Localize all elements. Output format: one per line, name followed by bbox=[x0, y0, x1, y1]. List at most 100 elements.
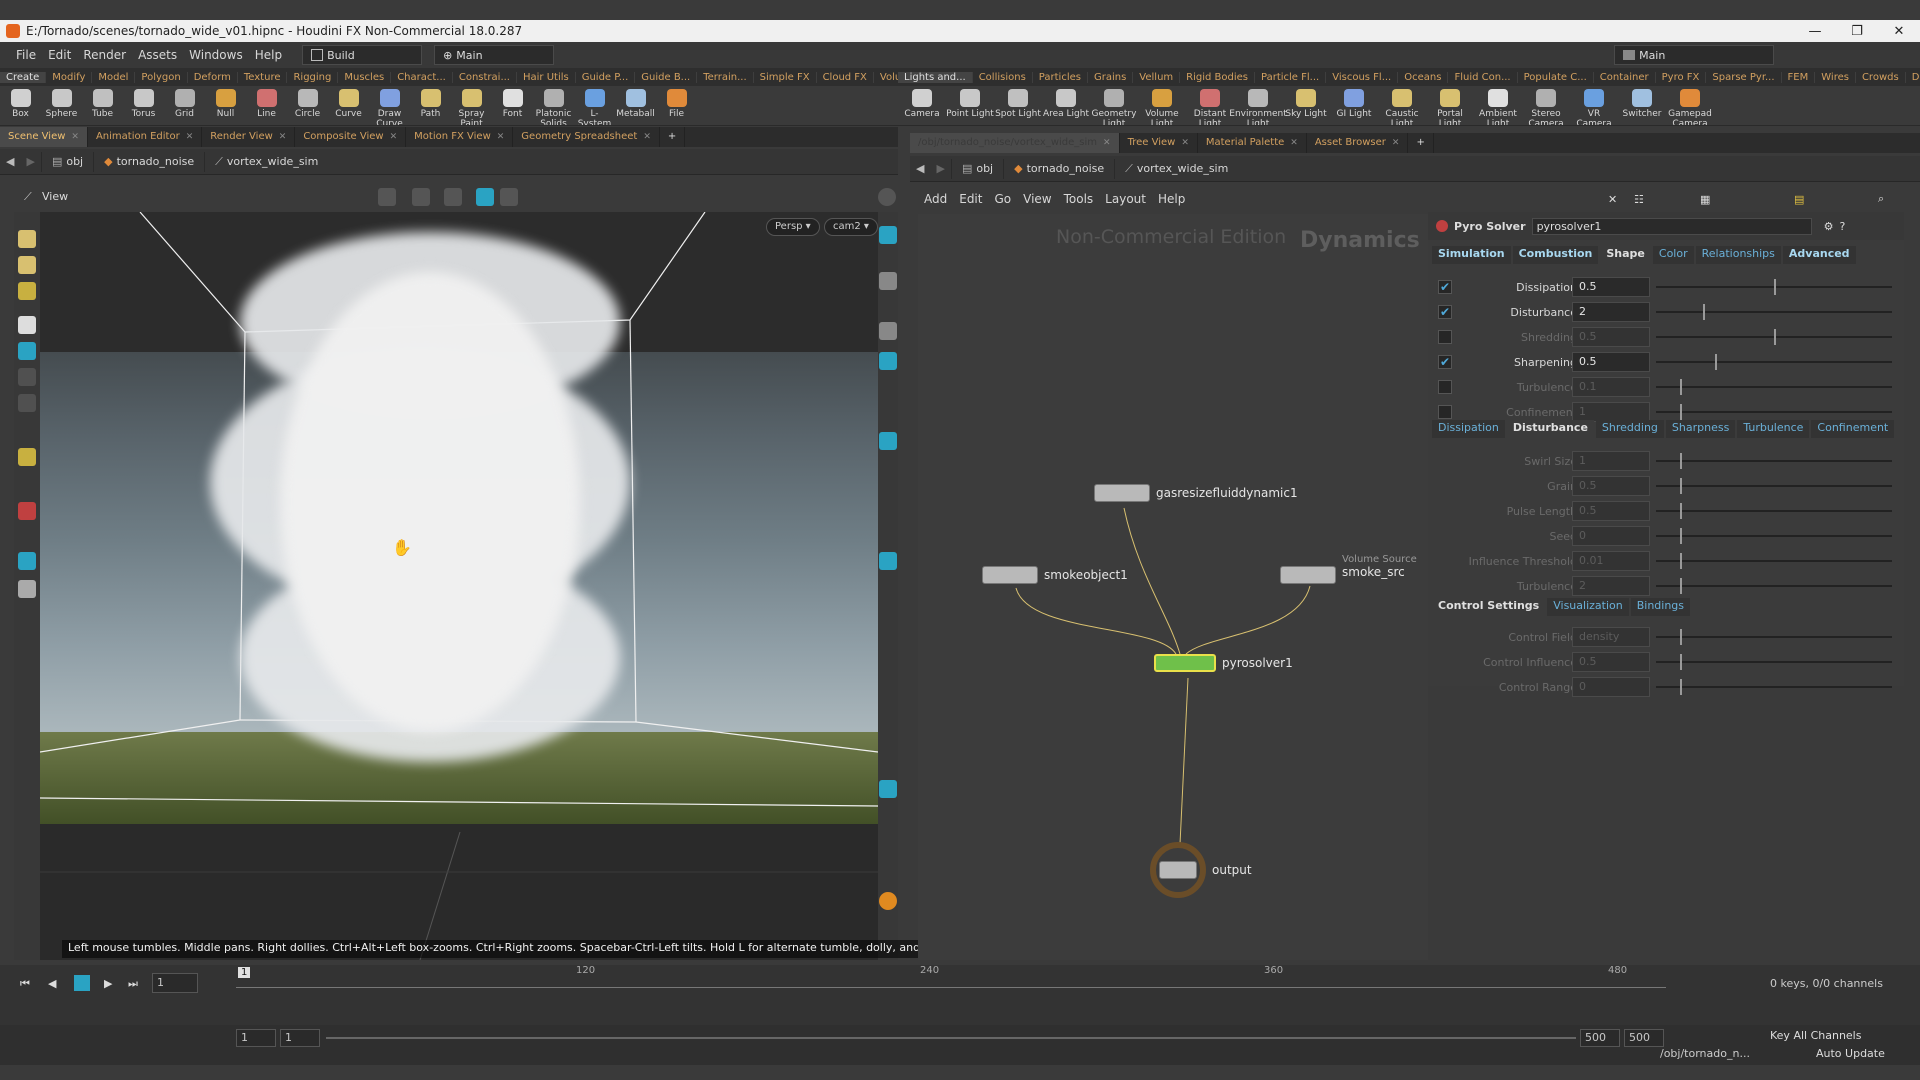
shelf-set-right-select[interactable]: Main bbox=[1614, 45, 1775, 65]
shelf-tab-10[interactable]: Populate C... bbox=[1518, 71, 1594, 83]
arrow-mode-icon[interactable] bbox=[412, 188, 430, 206]
shelf-tool-gi-light[interactable]: GI Light bbox=[1330, 86, 1378, 119]
param-checkbox[interactable] bbox=[1438, 405, 1452, 419]
node-smokeobject1[interactable]: smokeobject1 bbox=[982, 566, 1128, 584]
param-value-field[interactable]: 0.5 bbox=[1572, 352, 1650, 372]
tab-shredding[interactable]: Shredding bbox=[1595, 420, 1664, 438]
tab-network[interactable]: /obj/tornado_noise/vortex_wide_sim ✕ bbox=[910, 133, 1120, 153]
shelf-tool-portal-light[interactable]: Portal Light bbox=[1426, 86, 1474, 125]
shelf-tool-spot-light[interactable]: Spot Light bbox=[994, 86, 1042, 119]
param-slider[interactable] bbox=[1656, 304, 1892, 320]
tab-confinement[interactable]: Confinement bbox=[1811, 420, 1895, 438]
shelf-tab-0[interactable]: Create bbox=[0, 71, 47, 83]
close-icon[interactable]: ✕ bbox=[643, 127, 651, 147]
sticky-note-icon[interactable]: ▤ bbox=[1794, 193, 1804, 206]
menu-edit[interactable]: Edit bbox=[42, 48, 77, 62]
wrench-icon[interactable]: ✕ bbox=[1608, 193, 1617, 206]
network-menu-add[interactable]: Add bbox=[918, 192, 953, 206]
persp-menu[interactable]: Persp ▾ bbox=[766, 218, 820, 236]
slider-handle[interactable] bbox=[1774, 279, 1776, 295]
network-menu-view[interactable]: View bbox=[1017, 192, 1057, 206]
shelf-tab-2[interactable]: Model bbox=[92, 71, 136, 83]
param-checkbox[interactable]: ✔ bbox=[1438, 280, 1452, 294]
network-menu-edit[interactable]: Edit bbox=[953, 192, 988, 206]
grid-view-icon[interactable]: ▦ bbox=[1700, 193, 1710, 206]
add-tab-icon[interactable]: + bbox=[660, 127, 686, 147]
shelf-tool-metaball[interactable]: Metaball bbox=[615, 86, 656, 119]
shelf-tool-grid[interactable]: Grid bbox=[164, 86, 205, 119]
slider-handle[interactable] bbox=[1680, 404, 1682, 420]
param-value-field[interactable]: 0.1 bbox=[1572, 377, 1650, 397]
display-icon[interactable] bbox=[500, 188, 518, 206]
param-value-field[interactable]: 2 bbox=[1572, 576, 1650, 596]
shelf-tab-12[interactable]: Guide B... bbox=[635, 71, 698, 83]
shelf-tool-draw-curve[interactable]: Draw Curve bbox=[369, 86, 410, 125]
network-menu-layout[interactable]: Layout bbox=[1099, 192, 1152, 206]
shelf-tool-area-light[interactable]: Area Light bbox=[1042, 86, 1090, 119]
shelf-tool-camera[interactable]: Camera bbox=[898, 86, 946, 119]
jump-end-icon[interactable]: ⏭ bbox=[128, 977, 138, 991]
shelf-tab-6[interactable]: Particle Fl... bbox=[1255, 71, 1327, 83]
snap-icon[interactable] bbox=[476, 188, 494, 206]
play-icon[interactable]: ▶ bbox=[104, 977, 112, 990]
range-end-field[interactable]: 500 bbox=[1580, 1029, 1620, 1047]
search-icon[interactable]: ⌕ bbox=[1878, 192, 1884, 206]
slider-handle[interactable] bbox=[1680, 453, 1682, 469]
node-box[interactable] bbox=[1154, 654, 1216, 672]
shelf-tab-1[interactable]: Collisions bbox=[973, 71, 1033, 83]
shelf-tab-11[interactable]: Container bbox=[1594, 71, 1656, 83]
param-slider[interactable] bbox=[1656, 329, 1892, 345]
pose-tool-icon[interactable] bbox=[18, 282, 36, 300]
breadcrumb-tornado-noise[interactable]: ◆ tornado_noise bbox=[1003, 158, 1114, 179]
param-slider[interactable] bbox=[1656, 379, 1892, 395]
param-slider[interactable] bbox=[1656, 553, 1892, 569]
shelf-tool-stereo-camera[interactable]: Stereo Camera bbox=[1522, 86, 1570, 125]
shelf-tab-17[interactable]: Drive Sim... bbox=[1906, 72, 1920, 83]
tab-advanced[interactable]: Advanced bbox=[1782, 246, 1856, 264]
node-box[interactable] bbox=[1159, 861, 1197, 879]
tree-icon[interactable]: ☷ bbox=[1634, 193, 1644, 206]
param-slider[interactable] bbox=[1656, 453, 1892, 469]
breadcrumb-tornado-noise[interactable]: ◆ tornado_noise bbox=[93, 151, 204, 172]
tab-control-settings[interactable]: Control Settings bbox=[1432, 598, 1546, 616]
param-value-field[interactable]: 2 bbox=[1572, 302, 1650, 322]
tab-shape[interactable]: Shape bbox=[1600, 246, 1651, 264]
param-value-field[interactable]: 0.5 bbox=[1572, 501, 1650, 521]
shelf-tab-16[interactable]: Volume bbox=[874, 72, 898, 83]
tab-sharpness[interactable]: Sharpness bbox=[1665, 420, 1736, 438]
jump-start-icon[interactable]: ⏮ bbox=[20, 977, 30, 991]
shelf-tool-switcher[interactable]: Switcher bbox=[1618, 86, 1666, 119]
slider-handle[interactable] bbox=[1680, 503, 1682, 519]
param-checkbox[interactable] bbox=[1438, 330, 1452, 344]
shelf-tab-9[interactable]: Fluid Con... bbox=[1448, 71, 1518, 83]
shelf-tab-16[interactable]: Crowds bbox=[1856, 71, 1906, 83]
shelf-tab-11[interactable]: Guide P... bbox=[576, 71, 636, 83]
shelf-set-select[interactable]: ⊕ Main bbox=[434, 45, 555, 65]
warning-icon[interactable] bbox=[879, 892, 897, 910]
shelf-tab-15[interactable]: Cloud FX bbox=[817, 71, 874, 83]
slider-handle[interactable] bbox=[1680, 654, 1682, 670]
maximize-button[interactable]: ❐ bbox=[1836, 24, 1878, 39]
shelf-tool-tube[interactable]: Tube bbox=[82, 86, 123, 119]
tab-geometry-spreadsheet[interactable]: Geometry Spreadsheet ✕ bbox=[513, 127, 660, 147]
param-value-field[interactable]: 0.5 bbox=[1572, 277, 1650, 297]
node-box[interactable] bbox=[1280, 566, 1336, 584]
param-value-field[interactable]: 1 bbox=[1572, 451, 1650, 471]
param-checkbox[interactable] bbox=[1438, 380, 1452, 394]
tab-scene-view[interactable]: Scene View ✕ bbox=[0, 127, 88, 147]
shelf-tab-8[interactable]: Charact... bbox=[391, 71, 453, 83]
tab-asset-browser[interactable]: Asset Browser ✕ bbox=[1307, 133, 1409, 153]
close-button[interactable]: ✕ bbox=[1878, 24, 1920, 39]
shelf-tool-box[interactable]: Box bbox=[0, 86, 41, 119]
slider-handle[interactable] bbox=[1774, 329, 1776, 345]
visualizer-icon[interactable] bbox=[879, 432, 897, 450]
param-checkbox[interactable]: ✔ bbox=[1438, 355, 1452, 369]
shelf-tab-13[interactable]: Terrain... bbox=[697, 71, 754, 83]
lock-tool-icon[interactable] bbox=[18, 342, 36, 360]
param-slider[interactable] bbox=[1656, 578, 1892, 594]
breadcrumb-obj[interactable]: ▤ obj bbox=[40, 151, 93, 172]
paint-tool-icon[interactable] bbox=[18, 256, 36, 274]
node-name-field[interactable]: pyrosolver1 bbox=[1531, 217, 1812, 235]
param-value-field[interactable]: 0.01 bbox=[1572, 551, 1650, 571]
close-icon[interactable]: ✕ bbox=[1290, 133, 1298, 153]
